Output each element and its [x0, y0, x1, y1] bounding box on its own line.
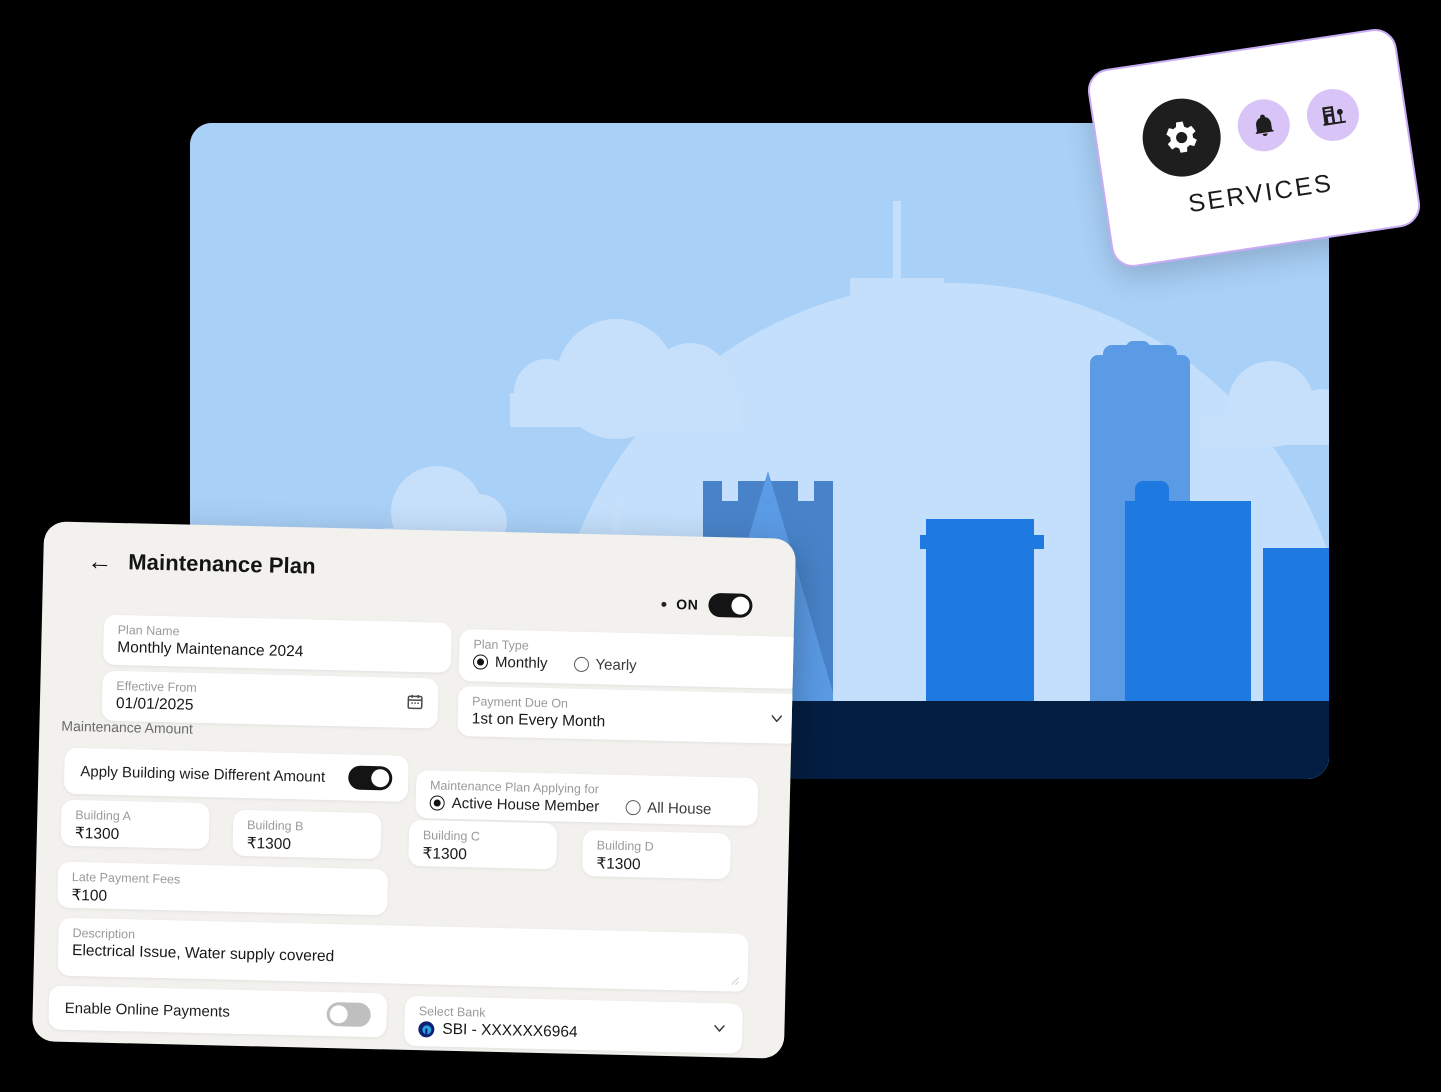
applying-for-option-label: All House [647, 799, 712, 819]
building-amount-value: ₹1300 [246, 835, 292, 854]
plan-type-option-label: Yearly [595, 656, 637, 675]
building-antenna [1126, 341, 1150, 355]
applying-for-option-active-house-member[interactable]: Active House Member [429, 794, 600, 816]
plan-name-field[interactable]: Plan Name Monthly Maintenance 2024 [102, 614, 452, 673]
radio-selected-icon[interactable] [472, 654, 489, 670]
bell-icon[interactable] [1234, 95, 1294, 155]
plan-type-option-label: Monthly [494, 653, 548, 673]
building-label: Building A [75, 808, 132, 824]
status-label: ON [676, 596, 699, 613]
plan-type-option-monthly[interactable]: Monthly [472, 653, 548, 673]
sbi-logo-icon [418, 1021, 435, 1038]
building-amount-value: ₹1300 [422, 845, 468, 864]
building-amount-field[interactable]: Building B ₹1300 [232, 809, 382, 860]
late-payment-fees-field[interactable]: Late Payment Fees ₹100 [57, 861, 389, 916]
building-label: Building B [246, 818, 304, 834]
building-spire [893, 201, 901, 291]
building-amount-field[interactable]: Building C ₹1300 [408, 819, 558, 870]
card-header: ← Maintenance Plan [87, 547, 775, 590]
services-card[interactable]: SERVICES [1084, 26, 1424, 270]
building-notch [722, 481, 738, 501]
page-title: Maintenance Plan [128, 549, 316, 579]
chevron-down-icon[interactable] [710, 1019, 729, 1042]
select-bank-field[interactable]: Select Bank SBI - XXXXXX6964 [403, 995, 744, 1054]
description-field[interactable]: Description Electrical Issue, Water supp… [57, 917, 749, 992]
building-amount-value: ₹1300 [74, 825, 120, 844]
building-slot [1257, 523, 1262, 673]
building-label: Building C [422, 828, 481, 844]
enable-online-payments-field[interactable]: Enable Online Payments [48, 985, 388, 1038]
services-icon-row [1137, 72, 1364, 182]
building-label: Building D [596, 838, 654, 854]
plan-status-toggle-group: ON [661, 592, 753, 618]
gear-icon[interactable] [1137, 92, 1226, 182]
building-amount-field[interactable]: Building A ₹1300 [60, 799, 210, 850]
screenshot-root: SERVICES ← Maintenance Plan ON Plan Name… [0, 0, 1441, 1092]
back-arrow-icon[interactable]: ← [87, 547, 113, 576]
enable-online-payments-switch[interactable] [326, 1002, 371, 1028]
building-amount-field[interactable]: Building D ₹1300 [582, 829, 732, 880]
maintenance-plan-card: ← Maintenance Plan ON Plan Name Monthly … [31, 521, 797, 1059]
applying-for-option-label: Active House Member [451, 794, 600, 816]
radio-unselected-icon[interactable] [573, 656, 589, 673]
cloud-icon [510, 319, 740, 439]
maintenance-amount-heading: Maintenance Amount [61, 717, 194, 737]
status-dot-icon [661, 601, 667, 607]
plan-type-field: Plan Type Monthly Yearly [458, 629, 797, 690]
applying-for-field: Maintenance Plan Applying for Active Hou… [415, 770, 759, 827]
select-bank-value: SBI - XXXXXX6964 [442, 1020, 578, 1041]
calendar-icon[interactable] [406, 692, 425, 715]
building-blue [1135, 481, 1169, 541]
radio-selected-icon[interactable] [429, 795, 445, 811]
apply-building-wise-field[interactable]: Apply Building wise Different Amount [63, 747, 409, 802]
apply-building-wise-label: Apply Building wise Different Amount [80, 762, 326, 786]
building-cornice [920, 535, 1044, 549]
building-amount-value: ₹1300 [596, 855, 641, 874]
applying-for-option-all-house[interactable]: All House [625, 799, 712, 818]
building-icon[interactable] [1303, 84, 1363, 145]
building-notch [798, 481, 814, 501]
apply-building-wise-switch[interactable] [347, 765, 393, 791]
payment-due-on-field[interactable]: Payment Due On 1st on Every Month [457, 686, 797, 745]
plan-status-switch[interactable] [708, 592, 753, 618]
plan-type-option-yearly[interactable]: Yearly [573, 656, 637, 674]
radio-unselected-icon[interactable] [625, 799, 641, 816]
services-label: SERVICES [1186, 168, 1335, 218]
enable-online-payments-label: Enable Online Payments [64, 999, 231, 1021]
cloud-icon [1200, 361, 1329, 447]
resize-handle-icon[interactable] [725, 971, 740, 986]
chevron-down-icon[interactable] [767, 709, 786, 732]
